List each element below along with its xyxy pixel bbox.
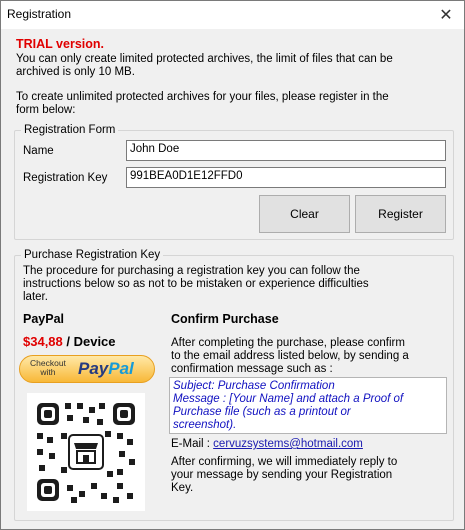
clear-button[interactable]: Clear xyxy=(259,195,350,233)
message-line-2: Message : [Your Name] and attach a Proof… xyxy=(173,393,404,405)
title-bar: Registration ✕ xyxy=(1,1,464,29)
price-line: $34,88 / Device xyxy=(23,334,116,349)
paypal-with-word: with xyxy=(40,367,56,377)
paypal-checkout-button[interactable]: Checkout with PayPal xyxy=(19,355,155,383)
email-line: E-Mail : cervuzsystems@hotmail.com xyxy=(171,438,363,450)
registration-key-label: Registration Key xyxy=(23,172,108,184)
paypal-heading: PayPal xyxy=(23,312,65,326)
after-line-2: your message by sending your Registratio… xyxy=(171,469,393,481)
purchase-intro-1: The procedure for purchasing a registrat… xyxy=(23,265,360,277)
message-line-3: Purchase file (such as a printout or xyxy=(173,406,351,418)
purchase-intro-3: later. xyxy=(23,291,48,303)
trial-line-3: To create unlimited protected archives f… xyxy=(16,91,389,103)
purchase-legend: Purchase Registration Key xyxy=(21,249,164,261)
after-line-1: After confirming, we will immediately re… xyxy=(171,456,398,468)
qr-code-icon xyxy=(27,393,145,511)
after-line-3: Key. xyxy=(171,482,194,494)
trial-heading: TRIAL version. xyxy=(16,37,104,51)
trial-line-1: You can only create limited protected ar… xyxy=(16,53,393,65)
confirm-line-1: After completing the purchase, please co… xyxy=(171,337,405,349)
registration-key-field[interactable]: 991BEA0D1E12FFD0 xyxy=(126,167,446,188)
confirm-line-3: confirmation message such as : xyxy=(171,363,333,375)
register-button[interactable]: Register xyxy=(355,195,446,233)
registration-window: Registration ✕ TRIAL version. You can on… xyxy=(0,0,465,530)
paypal-checkout-text: Checkout with xyxy=(30,359,66,377)
registration-form-legend: Registration Form xyxy=(21,124,119,136)
name-field[interactable]: John Doe xyxy=(126,140,446,161)
paypal-logo: PayPal xyxy=(78,359,134,379)
trial-line-2: archived is only 10 MB. xyxy=(16,66,135,78)
message-template-box: Subject: Purchase Confirmation Message :… xyxy=(169,377,447,434)
email-label: E-Mail : xyxy=(171,438,214,450)
name-label: Name xyxy=(23,145,54,157)
window-title: Registration xyxy=(7,7,72,21)
confirm-line-2: to the email address listed below, by se… xyxy=(171,350,409,362)
message-line-1: Subject: Purchase Confirmation xyxy=(173,380,335,392)
paypal-logo-pal: Pal xyxy=(108,359,134,378)
purchase-intro-2: instructions below so as not to be mista… xyxy=(23,278,369,290)
trial-line-4: form below: xyxy=(16,104,76,116)
email-link[interactable]: cervuzsystems@hotmail.com xyxy=(213,438,363,450)
price-value: $34,88 xyxy=(23,334,63,349)
close-icon[interactable]: ✕ xyxy=(428,1,464,29)
price-suffix: / Device xyxy=(62,334,116,349)
paypal-logo-pay: Pay xyxy=(78,359,109,378)
confirm-heading: Confirm Purchase xyxy=(171,312,279,326)
message-line-4: screenshot). xyxy=(173,419,237,431)
